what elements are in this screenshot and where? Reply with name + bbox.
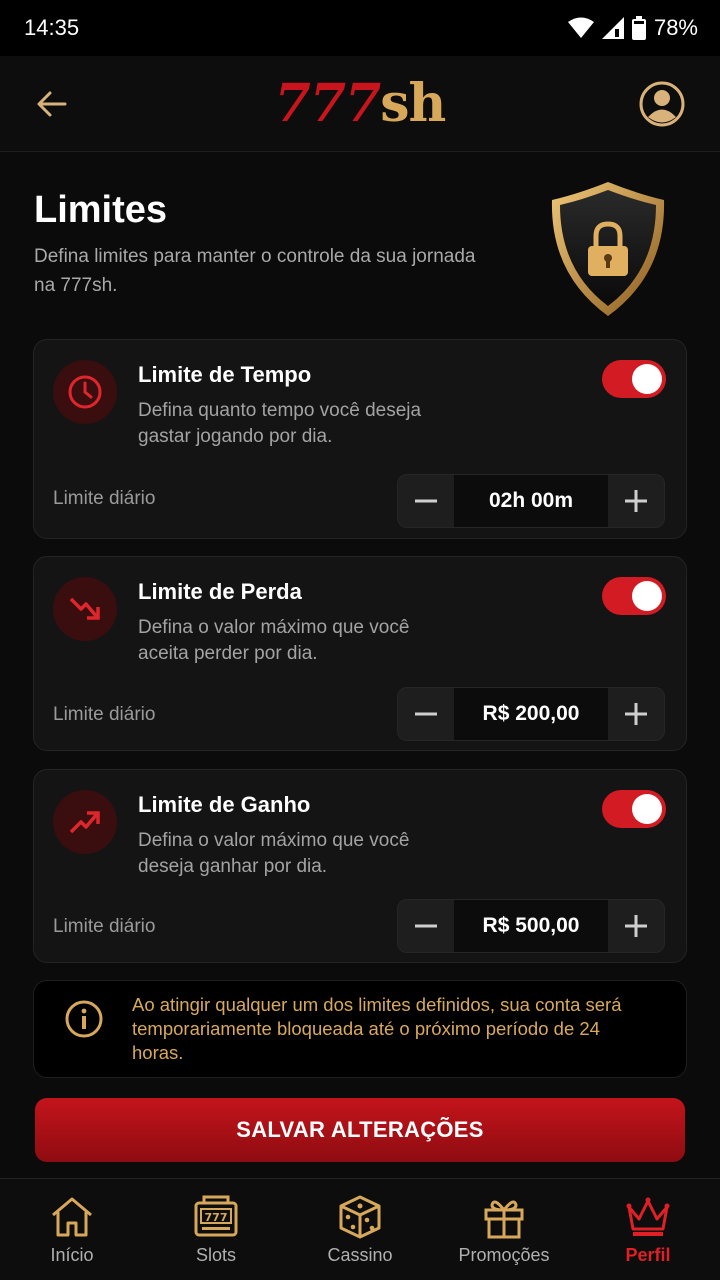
increase-button[interactable] [608,475,664,527]
limit-label: Limite diário [53,704,156,725]
toggle-knob [632,364,662,394]
win-limit-card: Limite de Ganho Defina o valor máximo qu… [33,769,687,963]
stepper-value[interactable]: R$ 500,00 [454,900,608,952]
minus-icon [415,924,437,928]
nav-item-slots[interactable]: 777 Slots [144,1179,288,1280]
loss-limit-card: Limite de Perda Defina o valor máximo qu… [33,556,687,751]
plus-icon [625,490,647,512]
dice-icon [339,1195,381,1239]
card-description: Defina o valor máximo que você aceita pe… [138,617,410,664]
info-text: Ao atingir qualquer um dos limites defin… [132,994,622,1063]
plus-icon [625,703,647,725]
win-limit-toggle[interactable] [602,790,666,828]
card-title: Limite de Ganho [138,792,311,817]
page-description: Defina limites para manter o controle da… [34,246,476,296]
nav-label: Promoções [458,1245,550,1265]
save-changes-button[interactable]: SALVAR ALTERAÇÕES [35,1098,685,1162]
user-icon [639,81,685,127]
card-title: Limite de Tempo [138,362,312,387]
status-indicators: 78% [567,15,698,41]
info-icon [65,1000,103,1038]
status-bar: 14:35 78% [0,0,720,56]
toggle-knob [632,581,662,611]
time-limit-card: Limite de Tempo Defina quanto tempo você… [33,339,687,539]
slot-machine-icon: 777 [194,1195,238,1237]
nav-label: Cassino [327,1245,393,1265]
increase-button[interactable] [608,688,664,740]
limit-label: Limite diário [53,916,156,937]
time-limit-stepper: 02h 00m [397,474,665,528]
toggle-knob [632,794,662,824]
card-icon-wrap [53,790,117,854]
trending-down-icon [69,597,100,620]
battery-percent: 78% [653,15,698,40]
card-description: Defina quanto tempo você deseja gastar j… [138,400,422,447]
signal-icon [601,17,624,39]
decrease-button[interactable] [398,688,454,740]
minus-icon [415,499,437,503]
bottom-nav: Início 777 Slots Cassino Promoções Perfi… [0,1178,720,1280]
decrease-button[interactable] [398,475,454,527]
trending-up-icon [69,811,100,834]
stepper-value[interactable]: 02h 00m [454,475,608,527]
home-icon [52,1197,92,1237]
minus-icon [415,712,437,716]
profile-button[interactable] [638,80,686,128]
logo-number: 777 [274,73,382,134]
card-icon-wrap [53,577,117,641]
plus-icon [625,915,647,937]
battery-icon [631,16,646,40]
clock-icon [68,375,102,409]
nav-item-inicio[interactable]: Início [0,1179,144,1280]
time-limit-toggle[interactable] [602,360,666,398]
card-title: Limite de Perda [138,579,302,604]
nav-label: Início [50,1245,94,1265]
wifi-icon [567,17,594,38]
intro-section: Limites Defina limites para manter o con… [34,186,494,300]
win-limit-stepper: R$ 500,00 [397,899,665,953]
card-icon-wrap [53,360,117,424]
increase-button[interactable] [608,900,664,952]
nav-label: Slots [195,1245,237,1265]
nav-label: Perfil [625,1245,671,1265]
nav-item-promocoes[interactable]: Promoções [432,1179,576,1280]
app-header: 777sh [0,56,720,152]
loss-limit-stepper: R$ 200,00 [397,687,665,741]
nav-item-perfil[interactable]: Perfil [576,1179,720,1280]
card-description: Defina o valor máximo que você deseja ga… [138,830,410,877]
stepper-value[interactable]: R$ 200,00 [454,688,608,740]
app-logo[interactable]: 777sh [0,72,720,136]
logo-text: sh [380,73,446,134]
svg-text:777: 777 [205,1211,228,1224]
loss-limit-toggle[interactable] [602,577,666,615]
shield-lock-icon [551,182,665,316]
nav-item-cassino[interactable]: Cassino [288,1179,432,1280]
limit-label: Limite diário [53,488,156,509]
page-title: Limites [34,189,168,231]
gift-icon [484,1200,524,1239]
crown-icon [626,1197,670,1236]
info-notice: Ao atingir qualquer um dos limites defin… [33,980,687,1078]
decrease-button[interactable] [398,900,454,952]
status-time: 14:35 [24,15,80,40]
